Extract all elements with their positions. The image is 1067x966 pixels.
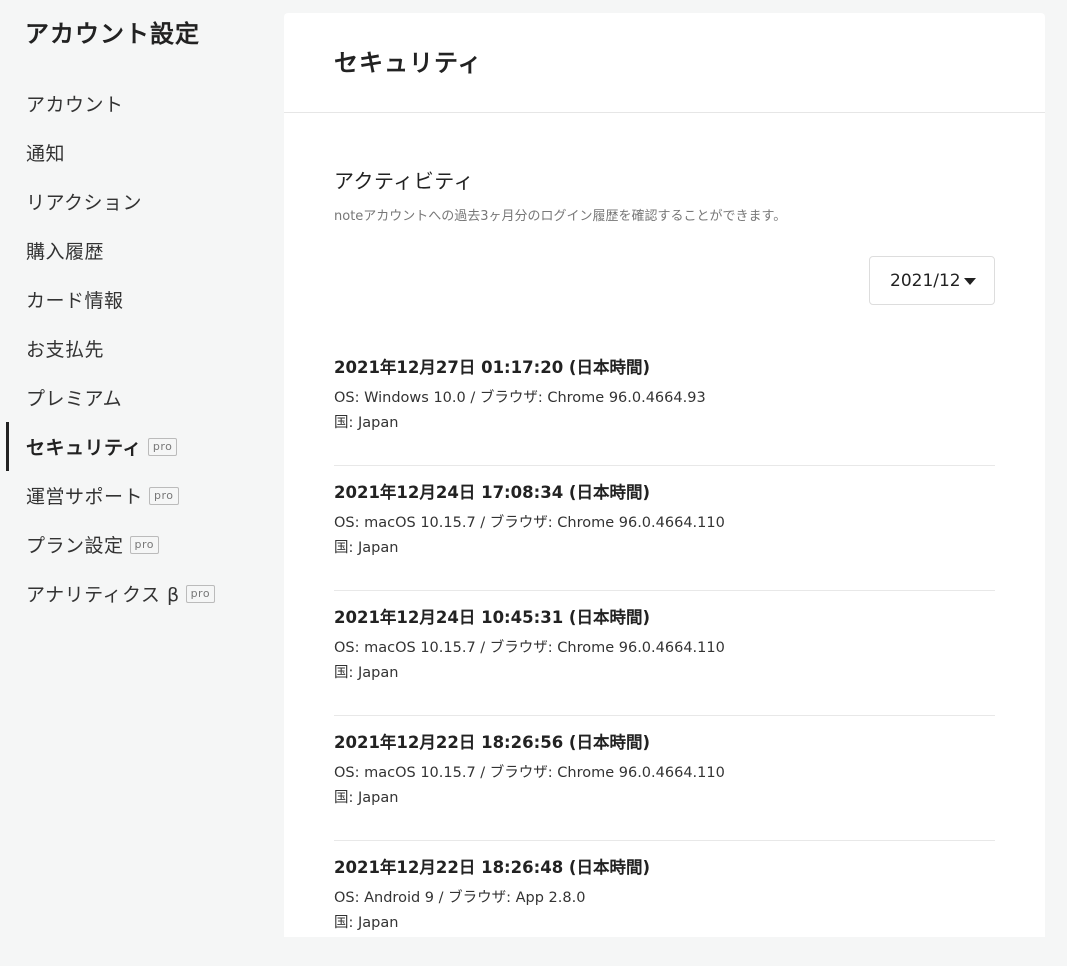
login-date: 2021年12月22日 18:26:56 (日本時間) — [334, 733, 650, 752]
login-country: 国: Japan — [334, 915, 399, 931]
sidebar: アカウント設定 アカウント 通知 リアクション 購入履歴 カード情報 お支払先 … — [0, 0, 284, 937]
sidebar-item-label: アカウント — [26, 94, 124, 116]
sidebar-item-notifications[interactable]: 通知 — [0, 128, 284, 177]
month-select[interactable]: 2021/12 — [869, 256, 995, 305]
sidebar-item-security[interactable]: セキュリティ pro — [0, 422, 284, 471]
sidebar-item-label: プラン設定 — [26, 535, 124, 557]
login-history-list: 2021年12月27日 01:17:20 (日本時間) OS: Windows … — [334, 341, 995, 966]
section-description: noteアカウントへの過去3ヶ月分のログイン履歴を確認することができます。 — [334, 209, 787, 224]
login-os-browser: OS: macOS 10.15.7 / ブラウザ: Chrome 96.0.46… — [334, 765, 725, 781]
caret-down-icon — [964, 278, 976, 285]
sidebar-item-label: 運営サポート — [26, 486, 144, 508]
login-date: 2021年12月27日 01:17:20 (日本時間) — [334, 358, 650, 377]
sidebar-item-payment-destination[interactable]: お支払先 — [0, 324, 284, 373]
login-os-browser: OS: Windows 10.0 / ブラウザ: Chrome 96.0.466… — [334, 390, 706, 406]
list-item: 2021年12月27日 01:17:20 (日本時間) OS: Windows … — [334, 341, 995, 466]
sidebar-item-reactions[interactable]: リアクション — [0, 177, 284, 226]
sidebar-item-label: リアクション — [26, 192, 143, 214]
sidebar-nav: アカウント 通知 リアクション 購入履歴 カード情報 お支払先 プレミアム セキ… — [0, 79, 284, 618]
login-country: 国: Japan — [334, 665, 399, 681]
list-item: 2021年12月24日 10:45:31 (日本時間) OS: macOS 10… — [334, 591, 995, 716]
sidebar-item-label: カード情報 — [26, 290, 124, 312]
sidebar-item-card-info[interactable]: カード情報 — [0, 275, 284, 324]
month-select-value: 2021/12 — [890, 270, 961, 291]
sidebar-item-analytics[interactable]: アナリティクス β pro — [0, 569, 284, 618]
sidebar-item-label: お支払先 — [26, 339, 105, 361]
pro-badge: pro — [147, 437, 178, 456]
sidebar-item-account[interactable]: アカウント — [0, 79, 284, 128]
list-item: 2021年12月22日 18:26:56 (日本時間) OS: macOS 10… — [334, 716, 995, 841]
list-item: 2021年12月24日 17:08:34 (日本時間) OS: macOS 10… — [334, 466, 995, 591]
sidebar-item-label: 購入履歴 — [26, 241, 105, 263]
page-title: セキュリティ — [334, 49, 483, 77]
sidebar-item-label: セキュリティ — [26, 437, 142, 459]
login-date: 2021年12月24日 17:08:34 (日本時間) — [334, 483, 650, 502]
sidebar-item-label: アナリティクス β — [26, 584, 180, 606]
login-country: 国: Japan — [334, 415, 399, 431]
pro-badge: pro — [129, 535, 160, 554]
list-item: 2021年12月22日 18:26:48 (日本時間) OS: Android … — [334, 841, 995, 966]
pro-badge: pro — [185, 584, 216, 603]
sidebar-item-purchase-history[interactable]: 購入履歴 — [0, 226, 284, 275]
page-header: セキュリティ — [284, 13, 1045, 113]
sidebar-title: アカウント設定 — [25, 20, 200, 48]
login-country: 国: Japan — [334, 540, 399, 556]
section-title: アクティビティ — [334, 169, 475, 193]
login-country: 国: Japan — [334, 790, 399, 806]
login-date: 2021年12月24日 10:45:31 (日本時間) — [334, 608, 650, 627]
login-date: 2021年12月22日 18:26:48 (日本時間) — [334, 858, 650, 877]
sidebar-item-plan-settings[interactable]: プラン設定 pro — [0, 520, 284, 569]
select-row: 2021/12 — [334, 256, 995, 305]
sidebar-item-label: プレミアム — [26, 388, 123, 410]
main-panel: セキュリティ アクティビティ noteアカウントへの過去3ヶ月分のログイン履歴を… — [284, 13, 1045, 937]
pro-badge: pro — [149, 486, 179, 505]
sidebar-item-premium[interactable]: プレミアム — [0, 373, 284, 422]
sidebar-item-support[interactable]: 運営サポート pro — [0, 471, 284, 520]
login-os-browser: OS: macOS 10.15.7 / ブラウザ: Chrome 96.0.46… — [334, 515, 725, 531]
sidebar-item-label: 通知 — [26, 143, 66, 165]
content: アクティビティ noteアカウントへの過去3ヶ月分のログイン履歴を確認することが… — [284, 165, 1045, 966]
login-os-browser: OS: macOS 10.15.7 / ブラウザ: Chrome 96.0.46… — [334, 640, 725, 656]
login-os-browser: OS: Android 9 / ブラウザ: App 2.8.0 — [334, 890, 586, 906]
